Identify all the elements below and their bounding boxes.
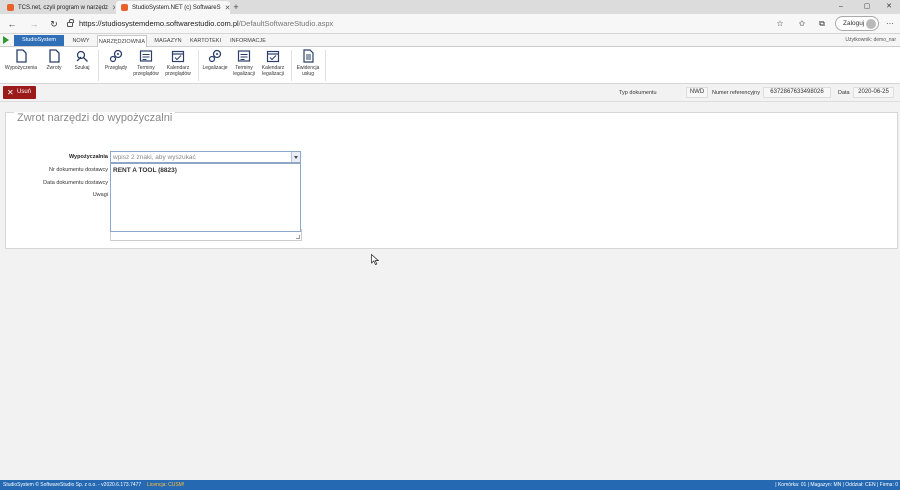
ribbon-legalizacje[interactable]: Legalizacje <box>201 49 229 71</box>
calendar-icon <box>266 50 280 63</box>
close-tab-icon[interactable]: ✕ <box>221 4 230 12</box>
menu-tab-nowy[interactable]: NOWY <box>69 35 93 47</box>
page-title: Zwrot narzędzi do wypożyczalni <box>14 112 176 124</box>
rental-label: Wypożyczalnia <box>68 154 108 160</box>
doc-type-label: Typ dokumentu <box>619 90 657 96</box>
list-calendar-icon <box>237 50 251 62</box>
close-tab-icon[interactable]: ✕ <box>108 4 115 12</box>
chevron-down-icon[interactable] <box>291 152 300 162</box>
ribbon: Wypożyczenia Zwroty Szukaj Przeglądy Ter… <box>0 47 900 84</box>
favorites-list-icon[interactable]: ✩ <box>796 17 808 31</box>
status-license[interactable]: Licencja: CUSM! <box>147 480 184 490</box>
document-list-icon <box>303 49 314 63</box>
ribbon-szukaj[interactable]: Szukaj <box>70 49 94 71</box>
status-version: StudioSystem © SoftwareStudio Sp. z o.o.… <box>3 482 142 488</box>
return-form-panel: Zwrot narzędzi do wypożyczalni Wypożycza… <box>5 112 898 249</box>
login-button[interactable]: Zaloguj <box>835 16 879 31</box>
lock-icon <box>67 19 74 27</box>
menu-tab-informacje[interactable]: INFORMACJE <box>228 35 268 47</box>
delivery-no-label: Nr dokumentu dostawcy <box>49 167 108 173</box>
browser-tab-2[interactable]: StudioSystem.NET (c) SoftwareS ✕ <box>116 1 230 14</box>
close-window-icon[interactable]: ✕ <box>878 0 900 14</box>
browser-tab-title: TCS.net, czyli program w narzędz <box>18 4 109 11</box>
ribbon-separator <box>325 50 326 81</box>
browser-address-bar: ← → ↻ https://studiosystemdemo.softwares… <box>0 14 900 34</box>
document-icon <box>16 49 27 63</box>
delete-x-icon: ✕ <box>7 88 14 97</box>
resize-grip-icon[interactable] <box>296 235 300 239</box>
more-options-icon[interactable]: ··· <box>884 17 896 31</box>
ribbon-zwroty[interactable]: Zwroty <box>42 49 66 71</box>
menu-tab-kartoteki[interactable]: KARTOTEKI <box>188 35 223 47</box>
gears-icon <box>208 49 222 63</box>
dropdown-option[interactable]: RENT A TOOL (8823) <box>113 167 177 174</box>
browser-tab-1[interactable]: TCS.net, czyli program w narzędz ✕ <box>2 1 115 14</box>
collections-icon[interactable]: ⧉ <box>816 17 828 31</box>
ribbon-terminy-przegladow[interactable]: Terminy przeglądów <box>132 49 160 77</box>
document-toolbar: ✕ Usuń Typ dokumentu NWD Numer referency… <box>0 84 900 102</box>
url-path: /DefaultSoftwareStudio.aspx <box>238 19 334 28</box>
back-icon[interactable]: ← <box>5 17 19 31</box>
menu-tab-magazyn[interactable]: MAGAZYN <box>152 35 184 47</box>
document-icon <box>49 49 60 63</box>
delivery-date-label: Data dokumentu dostawcy <box>43 180 108 186</box>
rental-dropdown: RENT A TOOL (8823) <box>110 163 301 232</box>
rental-search-input[interactable] <box>111 152 291 162</box>
ribbon-przeglady[interactable]: Przeglądy <box>102 49 130 71</box>
gears-icon <box>109 49 123 63</box>
user-label: Użytkownik: demo_nar <box>845 37 896 43</box>
delete-button[interactable]: ✕ Usuń <box>3 86 36 99</box>
ribbon-kalendarz-przegladow[interactable]: Kalendarz przeglądów <box>163 49 193 77</box>
ribbon-separator <box>291 50 292 81</box>
ribbon-ewidencja-uslug[interactable]: Ewidencja usług <box>294 49 322 77</box>
forward-icon[interactable]: → <box>27 17 41 31</box>
ribbon-separator <box>98 50 99 81</box>
date-label: Data <box>838 90 850 96</box>
ribbon-terminy-legalizacji[interactable]: Terminy legalizacji <box>231 49 257 77</box>
menu-tab-narzedziownia[interactable]: NARZĘDZIOWNIA <box>97 35 147 47</box>
calendar-icon <box>171 50 185 63</box>
mouse-cursor-icon <box>371 254 379 265</box>
studiosystem-button[interactable]: StudioSystem <box>14 35 64 46</box>
browser-tab-title: StudioSystem.NET (c) SoftwareS <box>132 4 221 11</box>
notes-label: Uwagi <box>92 192 108 198</box>
list-calendar-icon <box>139 50 153 62</box>
maximize-icon[interactable]: ▢ <box>856 0 878 14</box>
status-context: | Komórka: 01 | Magazyn: MN | Oddział: C… <box>775 482 898 488</box>
rental-combobox[interactable] <box>110 151 301 163</box>
minimize-icon[interactable]: – <box>830 0 852 14</box>
doc-type-value: NWD <box>686 87 708 98</box>
ref-number-label: Numer referencyjny <box>712 90 760 96</box>
ribbon-kalendarz-legalizacji[interactable]: Kalendarz legalizacji <box>259 49 287 77</box>
avatar <box>866 18 876 29</box>
site-favicon-icon <box>121 4 128 11</box>
status-bar: StudioSystem © SoftwareStudio Sp. z o.o.… <box>0 480 900 490</box>
site-favicon-icon <box>7 4 14 11</box>
favorite-star-icon[interactable]: ☆ <box>774 17 786 31</box>
date-value: 2020-06-25 <box>853 87 894 98</box>
url-field[interactable]: https://studiosystemdemo.softwarestudio.… <box>67 17 757 31</box>
play-icon[interactable] <box>3 36 9 44</box>
refresh-icon[interactable]: ↻ <box>47 17 61 31</box>
login-label: Zaloguj <box>843 20 865 27</box>
ribbon-separator <box>198 50 199 81</box>
new-tab-icon[interactable]: + <box>231 1 241 13</box>
search-tools-icon <box>76 50 88 62</box>
app-menu-bar: StudioSystem NOWY NARZĘDZIOWNIA MAGAZYN … <box>0 34 900 47</box>
delete-label: Usuń <box>17 89 32 95</box>
browser-tab-strip: TCS.net, czyli program w narzędz ✕ Studi… <box>0 0 900 14</box>
url-host: https://studiosystemdemo.softwarestudio.… <box>79 19 239 28</box>
ref-number-value: 6372867633498026 <box>763 87 831 98</box>
ribbon-wypozyczenia[interactable]: Wypożyczenia <box>2 49 40 71</box>
